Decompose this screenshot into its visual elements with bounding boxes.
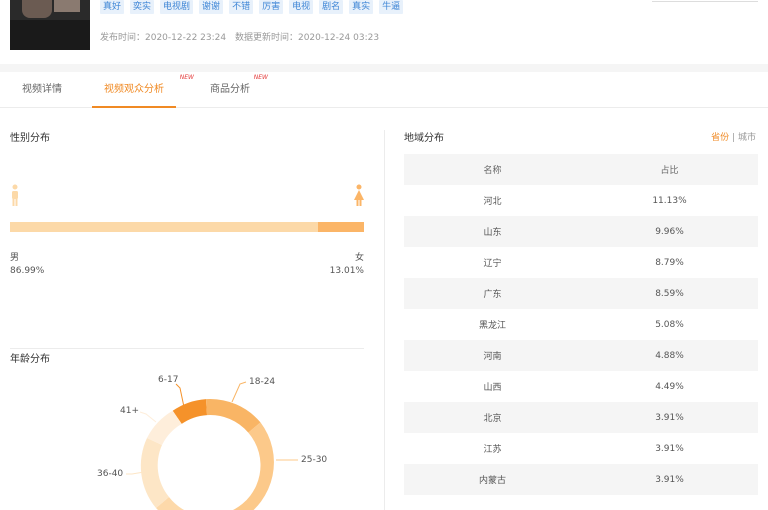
video-thumbnail[interactable] (10, 0, 90, 50)
female-percentage: 13.01% (329, 266, 364, 276)
table-header: 名称 占比 (404, 154, 758, 185)
tag[interactable]: 奕实 (130, 0, 155, 14)
gender-title: 性别分布 (10, 133, 50, 144)
table-row: 山西 4.49% (404, 371, 758, 402)
age-segment-18-24[interactable] (206, 398, 261, 433)
region-share: 3.91% (655, 412, 684, 423)
region-table: 名称 占比 河北 11.13% 山东 9.96% 辽宁 8.79% 广东 8.5… (404, 154, 758, 495)
region-name: 北京 (483, 414, 502, 424)
video-header: 真好 奕实 电视剧 谢谢 不错 厉害 电视 剧名 真实 牛逼 发布时间：2020… (0, 0, 768, 68)
toggle-province[interactable]: 省份 (711, 133, 729, 143)
region-name: 江苏 (483, 445, 502, 455)
region-share: 8.59% (655, 288, 684, 299)
age-segment-36-40[interactable] (140, 438, 169, 508)
male-label: 男 (10, 253, 20, 263)
age-segment-31-35[interactable] (156, 497, 240, 510)
new-badge: NEW (253, 74, 268, 81)
new-badge: NEW (179, 74, 194, 81)
region-name: 河南 (483, 352, 502, 362)
tag[interactable]: 电视剧 (160, 0, 194, 14)
region-share: 5.08% (655, 319, 684, 330)
region-share: 4.49% (655, 381, 684, 392)
age-title: 年龄分布 (10, 354, 50, 365)
table-row: 江苏 3.91% (404, 433, 758, 464)
table-row: 内蒙古 3.91% (404, 464, 758, 495)
male-percentage: 86.99% (10, 266, 45, 276)
gender-ratio-bar (10, 222, 364, 232)
tag[interactable]: 谢谢 (199, 0, 224, 14)
tab-video-details[interactable]: 视频详情 (22, 72, 62, 108)
region-share: 8.79% (655, 257, 684, 268)
age-donut-chart: 6-17 18-24 25-30 36-40 41+ (80, 360, 340, 510)
age-donut-svg (126, 381, 298, 510)
tag[interactable]: 不错 (229, 0, 254, 14)
tab-bar: 视频详情 视频观众分析 NEW 商品分析 NEW (0, 72, 768, 108)
tag[interactable]: 剧名 (319, 0, 344, 14)
region-share: 11.13% (652, 195, 687, 206)
age-label-6-17: 6-17 (158, 375, 179, 385)
thumbnail-figure (54, 0, 80, 12)
leader-line (231, 381, 247, 403)
age-label-18-24: 18-24 (249, 377, 276, 387)
table-row: 河北 11.13% (404, 185, 758, 216)
tab-label: 视频观众分析 (104, 84, 164, 95)
publish-time: 发布时间：2020-12-22 23:24 (100, 33, 227, 43)
thumbnail-figure (22, 0, 52, 18)
tab-label: 视频详情 (22, 84, 62, 95)
tab-product-analysis[interactable]: 商品分析 NEW (210, 72, 268, 108)
table-row: 河南 4.88% (404, 340, 758, 371)
table-row: 山东 9.96% (404, 216, 758, 247)
toggle-separator: | (732, 133, 736, 143)
female-share-fill (317, 222, 364, 232)
update-time: 数据更新时间：2020-12-24 03:23 (234, 33, 380, 43)
video-meta: 发布时间：2020-12-22 23:24 数据更新时间：2020-12-24 … (100, 30, 385, 43)
table-row: 黑龙江 5.08% (404, 309, 758, 340)
region-toggle: 省份 | 城市 (711, 130, 756, 143)
tag[interactable]: 真实 (349, 0, 374, 14)
column-header-share: 占比 (660, 166, 679, 176)
region-name: 内蒙古 (478, 476, 506, 486)
toggle-city[interactable]: 城市 (738, 133, 756, 143)
video-tags: 真好 奕实 电视剧 谢谢 不错 厉害 电视 剧名 真实 牛逼 (100, 0, 404, 14)
table-row: 广东 8.59% (404, 278, 758, 309)
region-share: 3.91% (655, 443, 684, 454)
age-label-25-30: 25-30 (301, 455, 328, 465)
region-name: 河北 (483, 197, 502, 207)
header-action-box[interactable] (652, 0, 758, 2)
tab-audience-analysis[interactable]: 视频观众分析 NEW (92, 72, 194, 108)
region-name: 山西 (483, 383, 502, 393)
column-divider (384, 130, 385, 510)
tag[interactable]: 电视 (289, 0, 314, 14)
tab-label: 商品分析 (210, 84, 250, 95)
leader-line (175, 383, 185, 408)
region-name: 辽宁 (483, 259, 502, 269)
female-label: 女 (354, 253, 364, 263)
header-separator (0, 64, 768, 72)
column-header-name: 名称 (483, 166, 502, 176)
region-share: 9.96% (655, 226, 684, 237)
region-name: 广东 (483, 290, 502, 300)
tag[interactable]: 厉害 (259, 0, 284, 14)
region-share: 4.88% (655, 350, 684, 361)
age-label-41-plus: 41+ (120, 406, 139, 416)
table-row: 北京 3.91% (404, 402, 758, 433)
region-name: 黑龙江 (478, 321, 506, 331)
section-divider (10, 348, 364, 349)
age-label-36-40: 36-40 (97, 469, 124, 479)
male-icon (12, 184, 18, 206)
leader-line (139, 411, 157, 423)
thumbnail-shadow (10, 20, 90, 50)
female-icon (354, 184, 364, 206)
table-row: 辽宁 8.79% (404, 247, 758, 278)
age-segment-25-30[interactable] (233, 422, 274, 510)
region-title: 地域分布 (404, 133, 444, 144)
region-share: 3.91% (655, 474, 684, 485)
region-name: 山东 (483, 228, 502, 238)
tag[interactable]: 真好 (100, 0, 125, 14)
tag[interactable]: 牛逼 (379, 0, 404, 14)
